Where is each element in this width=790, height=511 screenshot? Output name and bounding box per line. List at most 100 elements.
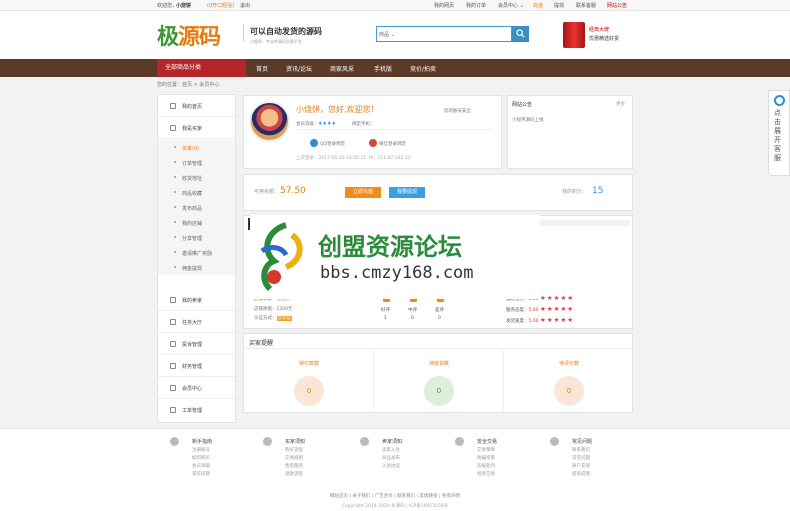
shop-verify: 认证方式：已认证 xyxy=(254,316,292,321)
sidebar-sub-item[interactable]: 发布商品 xyxy=(158,200,235,215)
service-text: 点击展开客服 xyxy=(774,109,781,162)
sidebar-item-tickets[interactable]: 工单管理 xyxy=(158,399,235,421)
sidebar-item-finance[interactable]: 财务管理 xyxy=(158,355,235,377)
top-link-notice[interactable]: 网站公告 xyxy=(607,2,627,9)
slogan-sub: 小程序 · 专业的源码交易平台 xyxy=(250,39,302,44)
search-button[interactable] xyxy=(512,26,529,42)
watermark-url: bbs.cmzy168.com xyxy=(320,263,474,283)
sidebar-sub-item[interactable]: 收货地址 xyxy=(158,170,235,185)
watermark-logo-icon xyxy=(260,222,303,292)
shop-balance: 店铺余额：1200元 xyxy=(254,307,293,312)
nav-news[interactable]: 资讯/论坛 xyxy=(286,64,312,73)
question-icon xyxy=(550,437,559,446)
recharge-button[interactable]: 立即充值 xyxy=(345,187,381,198)
welcome-message: 小烧饼，您好,欢迎您！ xyxy=(296,105,379,114)
shield-icon xyxy=(455,437,464,446)
watermark-title: 创盟资源论坛 xyxy=(318,233,462,261)
notice-title: 网站公告 xyxy=(512,102,533,108)
notice-item[interactable]: 小程序源码上线 xyxy=(512,117,544,123)
pending-review-count: 0 xyxy=(554,376,584,406)
nav-all-categories[interactable]: 全部商品分类 xyxy=(157,59,246,77)
qq-bind-link[interactable]: QQ登录绑定 xyxy=(320,141,345,147)
pending-receipt-card[interactable]: 待收货数 0 xyxy=(374,350,504,412)
nav-home[interactable]: 首页 xyxy=(256,64,268,73)
logout-link[interactable]: 退出 xyxy=(240,2,250,9)
sidebar-item-member[interactable]: 会员中心 xyxy=(158,377,235,399)
guide-icon xyxy=(170,437,179,446)
balance-label: 可用余额： xyxy=(254,189,280,195)
stars: ★★★★★ xyxy=(539,305,575,313)
top-link-home[interactable]: 我的网页 xyxy=(434,2,454,9)
sidebar-sub-item[interactable]: 订单管理 xyxy=(158,155,235,170)
top-link-orders[interactable]: 我的订单 xyxy=(466,2,486,9)
top-link-service[interactable]: 联系客服 xyxy=(576,2,596,9)
sidebar-item-complaints[interactable]: 投诉管理 xyxy=(158,333,235,355)
sidebar-item-home[interactable]: 我的首页 xyxy=(158,95,235,117)
sidebar-sub-item[interactable]: 我的店铺 xyxy=(158,215,235,230)
top-link-recharge[interactable]: 充值 xyxy=(533,2,543,9)
top-bar: 欢迎您， 小烧饼 (0开口短信) 退出 我的网页 我的订单 会员中心 ⌄ 充值 … xyxy=(0,0,790,11)
count-label: 差评 xyxy=(435,308,444,313)
breadcrumb: 您的位置：首页 > 会员中心 xyxy=(157,82,220,88)
buyer-icon xyxy=(263,437,272,446)
main-nav: 首页 资讯/论坛 商家风采 手机版 竞价/拍卖 xyxy=(0,59,790,77)
ad-subtitle: 优惠精选好货 xyxy=(589,36,620,42)
count-label: 中评 xyxy=(408,308,417,313)
nav-auction[interactable]: 竞价/拍卖 xyxy=(410,64,436,73)
withdraw-button[interactable]: 我要提现 xyxy=(389,187,425,198)
sidebar-sub-item[interactable]: 买家(0) xyxy=(158,140,235,155)
reminder-title: 买家提醒 xyxy=(249,340,274,347)
count-label: 好评 xyxy=(381,308,390,313)
sidebar-item-seller[interactable]: 我的卖家 xyxy=(158,289,235,311)
profile-panel: 小烧饼，您好,欢迎您！ 您的账号安全 会员等级： ♦♦♦♦ 绑定手机： QQ登录… xyxy=(243,95,502,169)
footer-links[interactable]: 网站首页 | 关于我们 | 广告合作 | 联系我们 | 友情链接 | 免责声明 xyxy=(0,493,790,499)
account-safety-tag[interactable]: 您的账号安全 xyxy=(444,108,471,114)
nav-mobile[interactable]: 手机版 xyxy=(374,64,392,73)
balance-value: 57.50 xyxy=(280,186,306,196)
stars: ★★★★★ xyxy=(539,316,575,324)
task-icon xyxy=(170,319,176,325)
user-icon xyxy=(170,125,176,131)
last-ip: IP：111.87.162.33 xyxy=(369,156,411,161)
search-input[interactable]: 商品 ⌄ xyxy=(376,26,512,42)
watermark-overlay: 创盟资源论坛 bbs.cmzy168.com xyxy=(250,215,540,299)
phone-bind-label: 绑定手机： xyxy=(352,122,375,127)
chat-icon xyxy=(774,95,785,106)
pending-review-card[interactable]: 待评价数 0 xyxy=(504,350,634,412)
wechat-icon xyxy=(369,139,377,147)
sidebar-sub-item[interactable]: 佣金提现 xyxy=(158,260,235,275)
copyright: Copyright 2014-2020 永源码 | ICP备16013550号 xyxy=(341,504,449,509)
wechat-bind-link[interactable]: 微信登录绑定 xyxy=(379,141,406,147)
header-ad[interactable]: 经典大牌 优惠精选好货 xyxy=(563,22,635,48)
share-icon xyxy=(170,341,176,347)
customer-service-float[interactable]: 点击展开客服 xyxy=(768,90,790,176)
qq-icon xyxy=(310,139,318,147)
pending-payment-count: 0 xyxy=(294,376,324,406)
sidebar-sub-item[interactable]: 邀请推广奖励 xyxy=(158,245,235,260)
count-value: 0 xyxy=(411,316,414,321)
notice-more-link[interactable]: 更多 xyxy=(616,101,625,107)
nav-shops[interactable]: 商家风采 xyxy=(330,64,354,73)
top-link-withdraw[interactable]: 提现 xyxy=(554,2,564,9)
count-value: 1 xyxy=(384,316,387,321)
member-level-label: 会员等级： xyxy=(296,122,319,127)
member-level-badge: ♦♦♦♦ xyxy=(318,121,336,127)
message-link[interactable]: (0开口短信) xyxy=(207,2,234,9)
member-sidebar: 我的首页 我是买家 买家(0) 订单管理 收货地址 商品收藏 发布商品 我的店铺… xyxy=(157,94,236,423)
search-icon xyxy=(516,29,525,38)
yen-icon xyxy=(170,363,176,369)
last-login: 上次登录：2017-05-20 16:05:21 xyxy=(296,156,367,161)
site-logo[interactable]: 极源码 xyxy=(157,19,221,51)
username-link[interactable]: 小烧饼 xyxy=(176,2,191,9)
sidebar-item-buyer[interactable]: 我是买家 xyxy=(158,117,235,139)
search-category[interactable]: 商品 ⌄ xyxy=(379,31,395,38)
pending-payment-card[interactable]: 待付款数 0 xyxy=(244,350,374,412)
sidebar-sub-item[interactable]: 分享管理 xyxy=(158,230,235,245)
sidebar-item-tasks[interactable]: 任务大厅 xyxy=(158,311,235,333)
top-link-member[interactable]: 会员中心 ⌄ xyxy=(498,2,524,9)
sidebar-sub-item[interactable]: 商品收藏 xyxy=(158,185,235,200)
avatar[interactable] xyxy=(249,101,290,142)
ticket-icon xyxy=(170,407,176,413)
notice-panel: 网站公告 更多 小程序源码上线 xyxy=(507,95,633,169)
points-label: 我的积分： xyxy=(562,189,588,195)
